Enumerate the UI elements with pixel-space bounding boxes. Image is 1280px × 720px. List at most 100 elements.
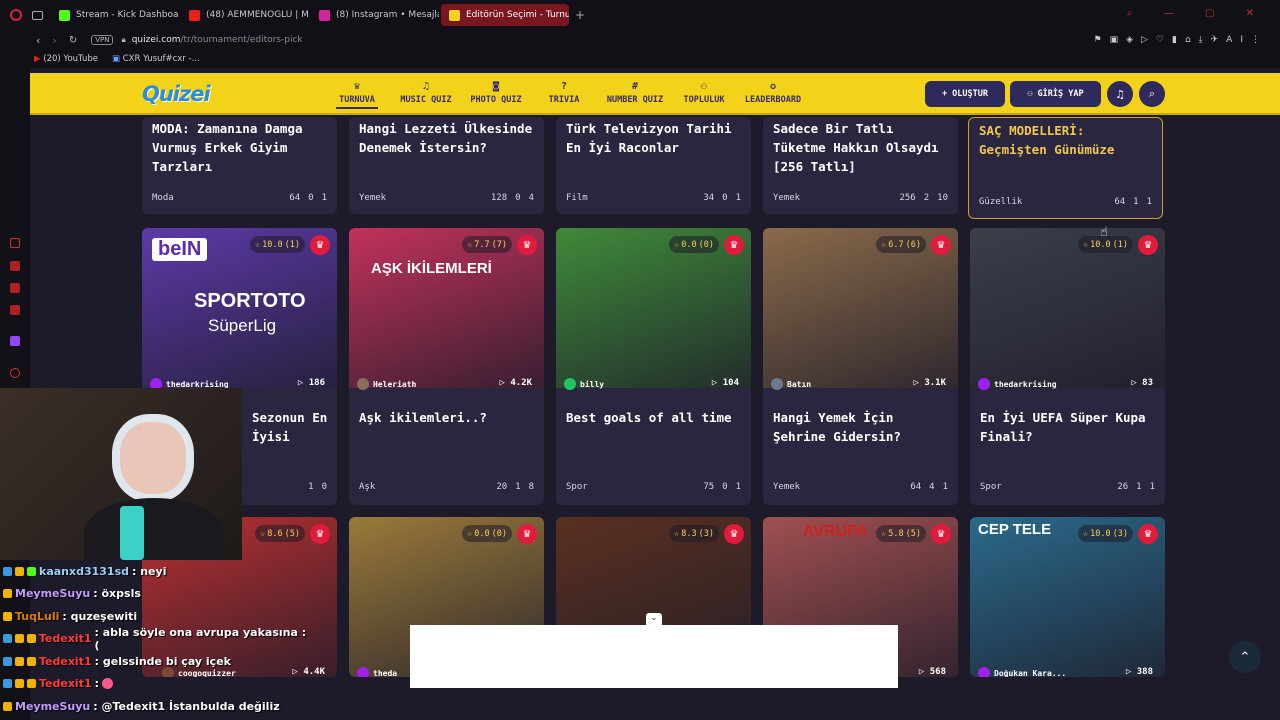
quiz-card-featured[interactable]: SAÇ MODELLERİ: Geçmişten Günümüze Güzell… [968, 117, 1163, 219]
url-field[interactable]: quizei.com/tr/tournament/editors-pick [132, 35, 303, 45]
crown-button[interactable]: ♛ [310, 524, 330, 544]
play-count: ▷ 4.2K [499, 378, 532, 388]
category-tag[interactable]: Yemek [773, 193, 891, 203]
chevron-down-icon[interactable]: ⌄ [646, 613, 662, 625]
crown-button[interactable]: ♛ [1138, 235, 1158, 255]
back-icon[interactable]: ‹ [36, 34, 40, 47]
nav-turnuva[interactable]: ♛ TURNUVA [336, 81, 378, 109]
crown-button[interactable]: ♛ [517, 235, 537, 255]
quiz-title[interactable]: Aşk ikilemleri..? [359, 408, 537, 427]
quiz-thumbnail[interactable] [763, 228, 958, 388]
quiz-thumbnail[interactable] [556, 228, 751, 388]
author[interactable]: billy [564, 378, 604, 390]
author[interactable]: Batın [771, 378, 811, 390]
bookmark-cxr[interactable]: ▣ CXR Yusuf#cxr -... [112, 54, 200, 64]
nav-photo-quiz[interactable]: ◙ PHOTO QUIZ [466, 81, 526, 105]
vpn-badge[interactable]: VPN [91, 35, 114, 45]
crown-icon: ♛ [1143, 528, 1153, 540]
nav-topluluk[interactable]: ⚇ TOPLULUK [678, 81, 730, 105]
bookmark-youtube[interactable]: ▶ (20) YouTube [34, 54, 98, 64]
quiz-thumbnail[interactable] [970, 517, 1165, 677]
badge-icon [14, 634, 24, 644]
nav-music-quiz[interactable]: ♫ MUSIC QUIZ [396, 81, 456, 105]
quiz-card[interactable]: ☆ 10.0 (1) ♛ thedarkrising ▷ 83 En İyi UEFA Sü… [970, 228, 1165, 505]
category-tag[interactable]: Spor [566, 482, 695, 492]
avatar [771, 378, 783, 390]
quiz-card[interactable]: ☆ 7.7 (7) ♛ Heleriath ▷ 4.2K Aşk ikilemleri..?… [349, 228, 544, 505]
quiz-card[interactable]: Hangi Lezzeti Ülkesinde Denemek İstersin… [349, 117, 544, 214]
category-tag[interactable]: Yemek [773, 482, 902, 492]
create-button[interactable]: + OLUŞTUR [925, 81, 1005, 107]
quiz-meta: 10 [262, 482, 327, 492]
crown-button[interactable]: ♛ [724, 235, 744, 255]
quiz-title[interactable]: Hangi Lezzeti Ülkesinde Denemek İstersin… [359, 119, 537, 157]
browser-toolbar-icons[interactable]: ⚑▣◈▷♡▮⌂⤓✈AI⋮ [1094, 35, 1268, 45]
login-button[interactable]: ⚇ GİRİŞ YAP [1010, 81, 1101, 107]
workspace-icon[interactable] [32, 10, 43, 20]
quiz-title[interactable]: Sezonun En İyisi [252, 408, 332, 446]
crown-button[interactable]: ♛ [517, 524, 537, 544]
sidebar-icon-4[interactable] [10, 305, 20, 315]
crown-button[interactable]: ♛ [1138, 524, 1158, 544]
tab-instagram[interactable]: (8) Instagram • Mesajlar [311, 4, 439, 26]
reload-icon[interactable]: ↻ [69, 35, 77, 46]
quiz-card[interactable]: MODA: Zamanına Damga Vurmuş Erkek Giyim … [142, 117, 337, 214]
category-tag[interactable]: Yemek [359, 193, 483, 203]
window-controls[interactable]: ⌕ — ▢ ✕ [1127, 8, 1268, 19]
lock-icon: 🔒︎ [121, 35, 126, 44]
tab-quizei[interactable]: Editörün Seçimi - Turnuva [441, 4, 569, 26]
notification-button[interactable]: ♫ [1107, 81, 1133, 107]
search-button[interactable]: ⌕ [1139, 81, 1165, 107]
category-tag[interactable]: Spor [980, 482, 1109, 492]
crown-button[interactable]: ♛ [724, 524, 744, 544]
quiz-card[interactable]: ☆ 0.0 (0) ♛ billy ▷ 104 Best goals of all time… [556, 228, 751, 505]
nav-number-quiz[interactable]: # NUMBER QUIZ [602, 81, 668, 105]
nav-trivia[interactable]: ? TRIVIA [544, 81, 584, 105]
quiz-title[interactable]: Best goals of all time [566, 408, 744, 427]
scroll-to-top-button[interactable]: ⌃ [1229, 641, 1261, 673]
user-icon: ⚇ [1027, 89, 1033, 99]
quiz-thumbnail[interactable] [970, 228, 1165, 388]
nav-leaderboard[interactable]: ✪ LEADERBOARD [740, 81, 806, 105]
crown-button[interactable]: ♛ [931, 524, 951, 544]
thumbnail-text: AVRUPA [803, 523, 869, 540]
quiz-title[interactable]: Türk Televizyon Tarihi En İyi Raconlar [566, 119, 744, 157]
quiz-title[interactable]: SAÇ MODELLERİ: Geçmişten Günümüze [979, 121, 1157, 159]
sidebar-icon-3[interactable] [10, 283, 20, 293]
quiz-thumbnail[interactable] [349, 228, 544, 388]
tab-kick[interactable]: Stream - Kick Dashboard [51, 4, 179, 26]
sidebar-icon-1[interactable] [10, 238, 20, 248]
category-tag[interactable]: Güzellik [979, 197, 1106, 207]
like-count: 1 [1146, 197, 1152, 207]
quiz-title[interactable]: Hangi Yemek İçin Şehrine Gidersin? [773, 408, 951, 446]
sidebar-icon-6[interactable] [10, 368, 20, 378]
quiz-card[interactable]: ☆ 6.7 (6) ♛ Batın ▷ 3.1K Hangi Yemek İçin Şehr… [763, 228, 958, 505]
author[interactable]: theda [357, 667, 397, 677]
like-count: 8 [528, 482, 534, 492]
rating-badge: ☆ 8.3 (3) [669, 525, 719, 542]
author[interactable]: Heleriath [357, 378, 416, 390]
crown-button[interactable]: ♛ [931, 235, 951, 255]
quiz-card[interactable]: Sadece Bir Tatlı Tüketme Hakkın Olsaydı … [763, 117, 958, 214]
sidebar-icon-2[interactable] [10, 261, 20, 271]
quizei-icon [449, 9, 460, 21]
crown-button[interactable]: ♛ [310, 235, 330, 255]
category-tag[interactable]: Aşk [359, 482, 488, 492]
category-tag[interactable]: Moda [152, 193, 281, 203]
quiz-card[interactable]: Türk Televizyon Tarihi En İyi Raconlar F… [556, 117, 751, 214]
quiz-title[interactable]: MODA: Zamanına Damga Vurmuş Erkek Giyim … [152, 119, 330, 176]
new-tab-button[interactable]: + [575, 8, 585, 22]
quiz-title[interactable]: Sadece Bir Tatlı Tüketme Hakkın Olsaydı … [773, 119, 951, 176]
author[interactable]: Doğukan Kara... [978, 667, 1066, 677]
tab-youtube[interactable]: (48) AEMMENOGLU | Mar [181, 4, 309, 26]
forward-icon[interactable]: › [52, 34, 56, 47]
site-logo[interactable]: Quizei [142, 82, 211, 106]
quiz-title[interactable]: En İyi UEFA Süper Kupa Finali? [980, 408, 1158, 446]
opera-logo-icon[interactable] [10, 9, 22, 21]
music-icon: ♫ [422, 81, 430, 92]
ad-banner[interactable]: ⌄ [410, 613, 898, 688]
twitch-icon[interactable] [10, 336, 20, 346]
author[interactable]: thedarkrising [978, 378, 1057, 390]
category-tag[interactable]: Film [566, 193, 695, 203]
quiz-card[interactable]: ☆ 10.0 (3) ♛ Doğukan Kara... ▷ 388 CEP TELE [970, 517, 1165, 677]
